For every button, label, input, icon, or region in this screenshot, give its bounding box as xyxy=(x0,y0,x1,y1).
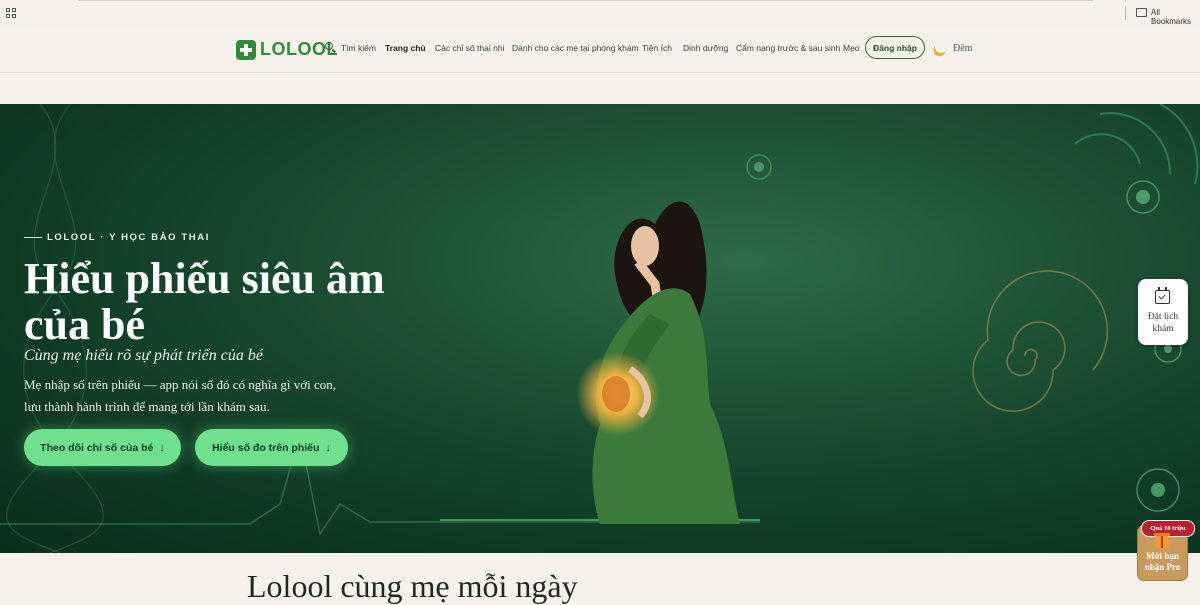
all-bookmarks-link[interactable]: All Bookmarks xyxy=(1151,8,1200,26)
grid-icon[interactable] xyxy=(6,8,16,18)
gift-icon xyxy=(1154,533,1170,548)
nav-item-nutrition[interactable]: Dinh dưỡng xyxy=(683,43,728,53)
hero-title: Hiểu phiếu siêu âm của bé xyxy=(24,254,385,349)
tab-divider xyxy=(78,0,1093,1)
hero-subtitle: Cùng mẹ hiểu rõ sự phát triển của bé xyxy=(24,347,263,364)
medical-cross-icon xyxy=(236,39,256,60)
book-appointment-label: Đặt lịch khám xyxy=(1147,312,1179,334)
nav-item-clinic-moms[interactable]: Dành cho các mẹ tại phòng khám xyxy=(512,43,639,53)
moon-icon[interactable] xyxy=(933,39,949,55)
understand-measurements-button[interactable]: Hiểu số đo trên phiếu ↓ xyxy=(195,429,348,466)
arrow-down-icon: ↓ xyxy=(325,441,331,454)
login-button[interactable]: Đăng nhập xyxy=(865,36,925,59)
hero-section: LOLOOL · Y HỌC BÀO THAI Hiểu phiếu siêu … xyxy=(0,104,1200,553)
bookmarks-separator xyxy=(1125,6,1126,20)
track-baby-indices-label: Theo dõi chỉ số của bé xyxy=(40,441,154,454)
pregnant-woman-illustration xyxy=(576,201,740,524)
nav-item-handbook[interactable]: Cẩm nang trước & sau sinh xyxy=(736,43,840,53)
nav-item-utilities[interactable]: Tiện ích xyxy=(642,43,672,53)
understand-measurements-label: Hiểu số đo trên phiếu xyxy=(212,441,320,454)
track-baby-indices-button[interactable]: Theo dõi chỉ số của bé ↓ xyxy=(24,429,181,466)
folder-icon xyxy=(1136,8,1147,17)
brand-logo[interactable]: LOLOOL xyxy=(236,39,338,60)
arrow-down-icon: ↓ xyxy=(159,441,165,454)
nav-item-home[interactable]: Trang chủ xyxy=(385,43,426,53)
hero-description: Mẹ nhập số trên phiếu — app nói số đó có… xyxy=(24,377,336,414)
nav-item-fetal-indices[interactable]: Các chỉ số thai nhi xyxy=(435,43,504,53)
bookmarks-bar: All Bookmarks xyxy=(0,0,1200,27)
nav-item-search[interactable]: Tìm kiếm xyxy=(341,43,376,53)
calendar-check-icon xyxy=(1155,287,1170,304)
gift-label: Mời bạn nhận Pro xyxy=(1144,551,1181,572)
book-appointment-widget[interactable]: Đặt lịch khám xyxy=(1138,279,1188,345)
main-navigation: LOLOOL Tìm kiếm Trang chủ Các chỉ số tha… xyxy=(0,26,1200,73)
section-title: Lolool cùng mẹ mỗi ngày xyxy=(247,568,578,604)
hero-eyebrow: LOLOOL · Y HỌC BÀO THAI xyxy=(24,232,210,243)
night-mode-toggle[interactable]: Đêm xyxy=(953,43,972,54)
search-icon[interactable] xyxy=(325,42,333,50)
nav-item-tips[interactable]: Mẹo xyxy=(843,43,860,53)
